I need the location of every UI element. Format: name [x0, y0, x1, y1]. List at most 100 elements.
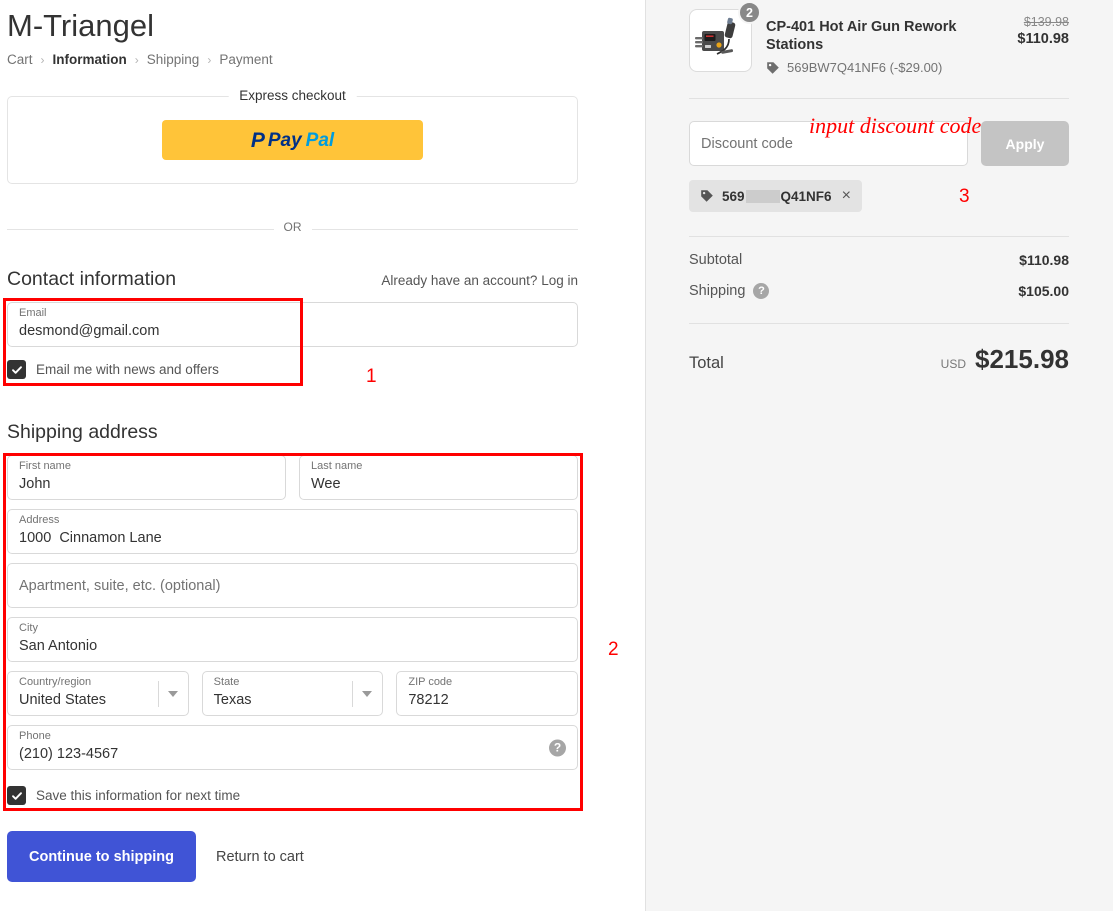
divider [689, 236, 1069, 238]
shipping-value: $105.00 [1018, 283, 1069, 300]
express-checkout-box: Express checkout P Pay Pal [7, 88, 578, 184]
phone-field[interactable]: Phone (210) 123-4567 ? [7, 725, 578, 770]
newsletter-checkbox-label: Email me with news and offers [36, 362, 219, 377]
paypal-logo: P Pay Pal [251, 130, 334, 151]
subtotal-value: $110.98 [1019, 252, 1069, 269]
tag-icon [767, 61, 779, 74]
or-divider: OR [7, 220, 578, 236]
city-field[interactable]: City San Antonio [7, 617, 578, 662]
paypal-pal-text: Pal [305, 129, 335, 151]
address-field[interactable]: Address 1000 Cinnamon Lane [7, 509, 578, 554]
email-field[interactable]: Email desmond@gmail.com [7, 302, 578, 347]
total-row: Total USD $215.98 [689, 344, 1069, 375]
product-discount-code: 569BW7Q41NF6 (-$29.00) [787, 60, 943, 76]
account-prompt-text: Already have an account? [381, 273, 538, 288]
save-info-checkbox-label: Save this information for next time [36, 788, 241, 803]
login-link[interactable]: Log in [541, 273, 578, 288]
currency-code: USD [940, 357, 967, 372]
paypal-pay-text: Pay [267, 129, 302, 151]
shipping-label: Shipping [689, 283, 746, 300]
save-info-checkbox[interactable] [7, 786, 26, 805]
divider [689, 323, 1069, 325]
chevron-down-icon [167, 690, 178, 697]
contact-information-title: Contact information [7, 268, 177, 290]
apartment-placeholder: Apartment, suite, etc. (optional) [19, 578, 221, 594]
breadcrumb-item-payment[interactable]: Payment [219, 52, 272, 67]
help-icon[interactable]: ? [753, 283, 770, 300]
order-item-prices: $139.98 $110.98 [1017, 9, 1069, 47]
last-name-field[interactable]: Last name Wee [299, 455, 578, 500]
continue-to-shipping-button[interactable]: Continue to shipping [7, 831, 196, 882]
email-field-label: Email [19, 307, 47, 319]
breadcrumb-item-cart[interactable]: Cart [7, 52, 33, 67]
shipping-label-wrap: Shipping ? [689, 283, 770, 300]
price-final: $110.98 [1017, 31, 1069, 47]
return-to-cart-link[interactable]: Return to cart [216, 849, 304, 865]
breadcrumb: Cart › Information › Shipping › Payment [7, 52, 578, 67]
paypal-button[interactable]: P Pay Pal [162, 120, 423, 160]
tag-icon [701, 190, 713, 203]
address-label: Address [19, 514, 60, 526]
state-label: State [213, 676, 240, 688]
first-name-field[interactable]: First name John [7, 455, 286, 500]
breadcrumb-item-shipping[interactable]: Shipping [147, 52, 200, 67]
order-item: 2 CP-401 Hot Air Gun Rework Stations 569… [689, 0, 1069, 75]
newsletter-checkbox-row[interactable]: Email me with news and offers [7, 360, 578, 379]
country-dropdown-arrow[interactable] [157, 680, 178, 707]
state-select[interactable]: State Texas [201, 671, 384, 716]
state-dropdown-arrow[interactable] [352, 680, 373, 707]
checkout-form-column: M-Triangel Cart › Information › Shipping… [0, 0, 645, 911]
annotation-label-2: 2 [608, 639, 619, 660]
product-thumbnail-wrap: 2 [689, 1, 761, 72]
city-value: San Antonio [19, 638, 98, 654]
newsletter-checkbox[interactable] [7, 360, 26, 379]
zip-field[interactable]: ZIP code 78212 [396, 671, 579, 716]
product-discount-row: 569BW7Q41NF6 (-$29.00) [766, 60, 1003, 75]
last-name-label: Last name [311, 460, 363, 472]
order-summary-column: 2 CP-401 Hot Air Gun Rework Stations 569… [645, 0, 1113, 911]
remove-discount-icon[interactable]: × [842, 188, 851, 204]
name-row: First name John Last name Wee [7, 455, 578, 500]
quantity-badge: 2 [738, 1, 761, 24]
first-name-label: First name [19, 460, 71, 472]
total-amount-wrap: USD $215.98 [941, 344, 1069, 375]
discount-code-prefix: 569 [722, 188, 745, 204]
city-label: City [19, 622, 38, 634]
region-row: Country/region United States State Texas [7, 671, 579, 716]
page-title: M-Triangel [7, 8, 154, 43]
divider [352, 680, 354, 707]
divider [157, 680, 159, 707]
annotation-discount-hint: input discount code [809, 113, 982, 138]
first-name-value: John [19, 476, 51, 492]
last-name-value: Wee [311, 476, 341, 492]
country-label: Country/region [19, 676, 92, 688]
shipping-address-form: First name John Last name Wee Address 10… [7, 455, 579, 770]
account-prompt: Already have an account? Log in [381, 273, 578, 288]
or-label: OR [273, 220, 312, 234]
apply-discount-button[interactable]: Apply [981, 121, 1069, 167]
shipping-address-title: Shipping address [7, 421, 158, 443]
breadcrumb-item-information[interactable]: Information [53, 52, 127, 67]
redacted-block [745, 189, 780, 203]
apartment-field[interactable]: Apartment, suite, etc. (optional) [7, 563, 578, 608]
state-value: Texas [213, 692, 252, 708]
total-value: $215.98 [975, 344, 1069, 375]
order-item-info: CP-401 Hot Air Gun Rework Stations 569BW… [766, 9, 1003, 75]
subtotal-label: Subtotal [689, 252, 743, 269]
save-info-checkbox-row[interactable]: Save this information for next time [7, 786, 578, 805]
email-field-value: desmond@gmail.com [19, 323, 160, 339]
paypal-mark-icon: P [250, 128, 265, 152]
discount-code-suffix: Q41NF6 [780, 188, 832, 204]
phone-value: (210) 123-4567 [19, 746, 119, 762]
product-name: CP-401 Hot Air Gun Rework Stations [766, 19, 957, 54]
check-icon [11, 365, 22, 374]
country-select[interactable]: Country/region United States [7, 671, 189, 716]
form-actions: Continue to shipping Return to cart [7, 831, 578, 882]
chevron-right-icon: › [134, 52, 139, 67]
hot-air-gun-image [694, 17, 735, 55]
checkout-page: M-Triangel Cart › Information › Shipping… [0, 0, 1113, 911]
applied-discount-code: 569 Q41NF6 [722, 189, 832, 204]
chevron-right-icon: › [40, 52, 45, 67]
help-icon[interactable]: ? [549, 739, 566, 756]
price-original: $139.98 [1023, 15, 1069, 29]
